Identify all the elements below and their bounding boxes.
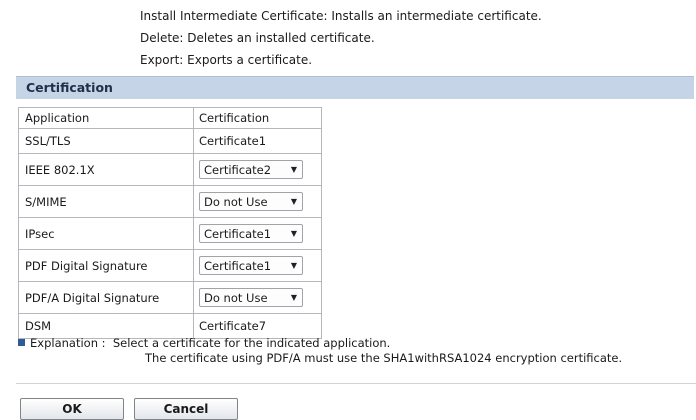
- column-header-application: Application: [18, 107, 194, 129]
- dropdown-arrow-icon: ▼: [290, 229, 297, 238]
- application-cell: SSL/TLS: [18, 128, 194, 154]
- table-row: IPsec Certificate1 ▼: [18, 217, 322, 250]
- application-cell: PDF/A Digital Signature: [18, 281, 194, 314]
- certification-value: Certificate1: [193, 128, 322, 154]
- select-value: Certificate2: [204, 162, 272, 177]
- dropdown-arrow-icon: ▼: [290, 165, 297, 174]
- certification-cell: Do not Use ▼: [193, 281, 322, 314]
- application-cell: DSM: [18, 313, 194, 339]
- certification-value: Certificate7: [193, 313, 322, 339]
- explanation-text-2: The certificate using PDF/A must use the…: [145, 351, 623, 365]
- table-row: DSM Certificate7: [18, 313, 322, 339]
- application-cell: IEEE 802.1X: [18, 153, 194, 186]
- table-row: S/MIME Do not Use ▼: [18, 185, 322, 218]
- explanation-label: Explanation :: [30, 336, 106, 350]
- certificate-select-pdfa-signature[interactable]: Do not Use ▼: [199, 288, 303, 307]
- section-title: Certification: [26, 80, 113, 95]
- intro-line-install: Install Intermediate Certificate: Instal…: [140, 9, 542, 23]
- explanation-line-1: Explanation : Select a certificate for t…: [18, 336, 622, 351]
- certificate-select-pdf-signature[interactable]: Certificate1 ▼: [199, 256, 303, 275]
- select-value: Certificate1: [204, 258, 272, 273]
- select-value: Certificate1: [204, 226, 272, 241]
- certification-cell: Do not Use ▼: [193, 185, 322, 218]
- table-row: PDF Digital Signature Certificate1 ▼: [18, 249, 322, 282]
- dropdown-arrow-icon: ▼: [290, 261, 297, 270]
- certification-section-header: Certification: [16, 76, 694, 99]
- application-cell: S/MIME: [18, 185, 194, 218]
- intro-line-export: Export: Exports a certificate.: [140, 53, 313, 67]
- explanation: Explanation : Select a certificate for t…: [18, 336, 622, 366]
- certificate-select-ieee8021x[interactable]: Certificate2 ▼: [199, 160, 303, 179]
- certification-cell: Certificate1 ▼: [193, 217, 322, 250]
- select-value: Do not Use: [204, 290, 268, 305]
- table-header-row: Application Certification: [18, 107, 322, 129]
- column-header-certification: Certification: [193, 107, 322, 129]
- certificate-select-ipsec[interactable]: Certificate1 ▼: [199, 224, 303, 243]
- bullet-square-icon: [18, 339, 25, 346]
- table-row: SSL/TLS Certificate1: [18, 128, 322, 154]
- intro-text: Install Intermediate Certificate: Instal…: [140, 5, 542, 71]
- certification-table: Application Certification SSL/TLS Certif…: [18, 107, 322, 339]
- intro-line-delete: Delete: Deletes an installed certificate…: [140, 31, 375, 45]
- application-cell: IPsec: [18, 217, 194, 250]
- table-row: IEEE 802.1X Certificate2 ▼: [18, 153, 322, 186]
- divider: [16, 383, 696, 384]
- table-row: PDF/A Digital Signature Do not Use ▼: [18, 281, 322, 314]
- application-cell: PDF Digital Signature: [18, 249, 194, 282]
- certification-cell: Certificate1 ▼: [193, 249, 322, 282]
- certificate-select-smime[interactable]: Do not Use ▼: [199, 192, 303, 211]
- explanation-text-1: Select a certificate for the indicated a…: [112, 336, 391, 350]
- select-value: Do not Use: [204, 194, 268, 209]
- dropdown-arrow-icon: ▼: [290, 293, 297, 302]
- certification-cell: Certificate2 ▼: [193, 153, 322, 186]
- dropdown-arrow-icon: ▼: [290, 197, 297, 206]
